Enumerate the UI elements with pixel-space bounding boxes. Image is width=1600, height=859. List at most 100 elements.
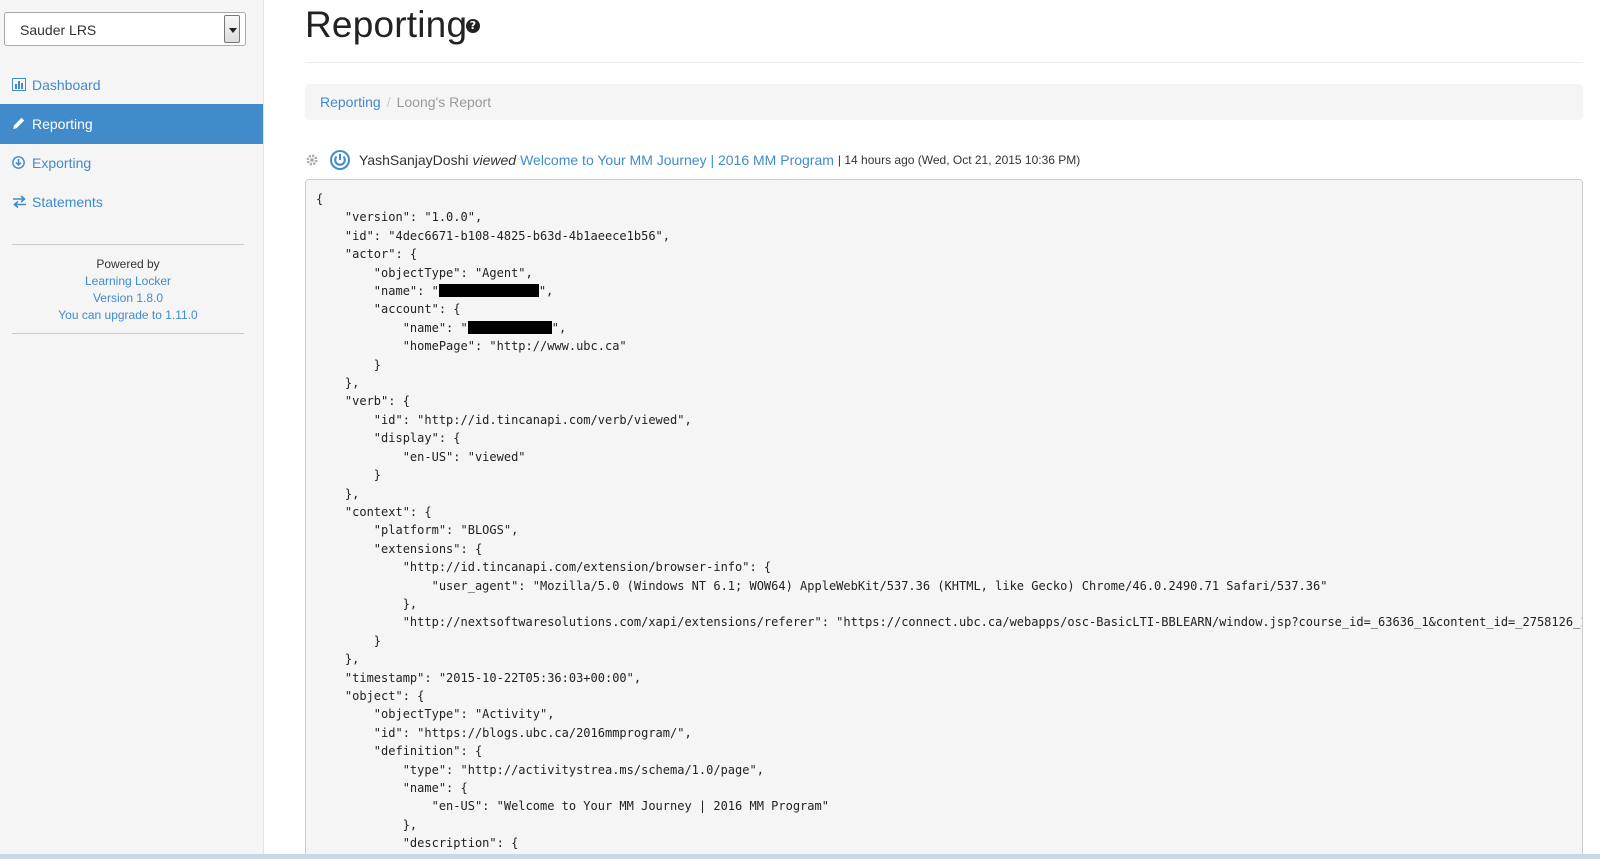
json-line: "object": { — [316, 687, 1572, 705]
json-line: "http://id.tincanapi.com/extension/brows… — [316, 558, 1572, 576]
lrs-selector-value: Sauder LRS — [20, 22, 97, 38]
timestamp-text: | 14 hours ago (Wed, Oct 21, 2015 10:36 … — [837, 153, 1081, 167]
json-line-text: "user_agent": "Mozilla/5.0 (Windows NT 6… — [316, 578, 1328, 593]
json-line-suffix: ", — [538, 284, 554, 299]
json-line-suffix: ", — [551, 320, 567, 335]
json-line-text: "objectType": "Agent", — [316, 265, 533, 280]
json-line: "id": "4dec6671-b108-4825-b63d-4b1aeece1… — [316, 227, 1572, 245]
json-line: "display": { — [316, 429, 1572, 447]
page-title: Reporting — [305, 4, 468, 45]
object-link[interactable]: Welcome to Your MM Journey | 2016 MM Pro… — [520, 152, 834, 168]
json-line: }, — [316, 650, 1572, 668]
json-line-text: "http://nextsoftwaresolutions.com/xapi/e… — [316, 615, 1583, 630]
json-line-text: "extensions": { — [316, 541, 483, 556]
json-code: { "version": "1.0.0", "id": "4dec6671-b1… — [306, 180, 1582, 859]
redacted-block — [438, 284, 539, 298]
sidebar-item-label: Statements — [32, 194, 103, 210]
statement-json-viewer[interactable]: { "version": "1.0.0", "id": "4dec6671-b1… — [305, 179, 1583, 859]
json-line-text: "timestamp": "2015-10-22T05:36:03+00:00"… — [316, 670, 642, 685]
json-line-text: "object": { — [316, 688, 425, 703]
json-line: "name": { — [316, 779, 1572, 797]
json-line: "timestamp": "2015-10-22T05:36:03+00:00"… — [316, 669, 1572, 687]
sidebar-item-statements[interactable]: Statements — [0, 182, 263, 222]
json-line-text: "name": " — [316, 320, 468, 335]
learning-locker-link[interactable]: Learning Locker — [12, 273, 244, 290]
json-line: "platform": "BLOGS", — [316, 521, 1572, 539]
json-line: "verb": { — [316, 392, 1572, 410]
json-line-text: }, — [316, 817, 418, 832]
json-line-text: "name": " — [316, 284, 439, 299]
sidebar-item-exporting[interactable]: Exporting — [0, 143, 263, 183]
sidebar: Sauder LRS Dashboard Reporting Exporting… — [0, 0, 264, 859]
json-line-text: "description": { — [316, 836, 519, 851]
json-line: "id": "http://id.tincanapi.com/verb/view… — [316, 411, 1572, 429]
json-line-text: } — [316, 468, 382, 483]
json-line-text: "name": { — [316, 781, 468, 795]
json-line: "objectType": "Agent", — [316, 264, 1572, 282]
download-circle-icon — [12, 156, 28, 170]
breadcrumb-current: Loong's Report — [396, 94, 492, 110]
json-line: } — [316, 466, 1572, 484]
json-line: "objectType": "Activity", — [316, 705, 1572, 723]
json-line-text: }, — [316, 652, 360, 667]
chevron-down-icon[interactable] — [224, 15, 240, 43]
json-line: "name": " ", — [316, 282, 1572, 300]
json-line-text: "display": { — [316, 431, 461, 446]
json-line: "name": " ", — [316, 319, 1572, 337]
json-line: "en-US": "Welcome to Your MM Journey | 2… — [316, 797, 1572, 815]
sidebar-item-dashboard[interactable]: Dashboard — [0, 65, 263, 105]
json-line-text: } — [316, 357, 382, 372]
bar-chart-icon — [12, 78, 28, 92]
json-line: "context": { — [316, 503, 1572, 521]
redacted-block — [467, 320, 552, 334]
version-link[interactable]: Version 1.8.0 — [12, 290, 244, 307]
json-line: } — [316, 356, 1572, 374]
json-line: }, — [316, 374, 1572, 392]
json-line: "user_agent": "Mozilla/5.0 (Windows NT 6… — [316, 577, 1572, 595]
main-content: Reporting ? Reporting / Loong's Report Yas… — [305, 0, 1583, 859]
verb: viewed — [472, 152, 517, 168]
json-line-text: "en-US": "Welcome to Your MM Journey | 2… — [316, 799, 829, 814]
divider — [305, 62, 1583, 63]
upgrade-link[interactable]: You can upgrade to 1.11.0 — [12, 307, 244, 324]
json-line: "description": { — [316, 834, 1572, 852]
json-line: "actor": { — [316, 245, 1572, 263]
horizontal-scrollbar[interactable] — [0, 854, 1600, 859]
json-line: "en-US": "viewed" — [316, 448, 1572, 466]
lrs-selector[interactable]: Sauder LRS — [4, 12, 246, 46]
gear-icon[interactable] — [305, 153, 319, 167]
breadcrumb-link-reporting[interactable]: Reporting — [320, 94, 381, 110]
breadcrumb-separator: / — [386, 94, 391, 110]
sidebar-item-label: Reporting — [32, 116, 93, 132]
json-line: }, — [316, 816, 1572, 834]
json-line-text: "actor": { — [316, 247, 418, 262]
json-line: "type": "http://activitystrea.ms/schema/… — [316, 761, 1572, 779]
transfer-arrows-icon — [12, 195, 28, 209]
json-line-text: "id": "http://id.tincanapi.com/verb/view… — [316, 412, 692, 427]
json-line-text: "type": "http://activitystrea.ms/schema/… — [316, 762, 764, 777]
actor-name: YashSanjayDoshi — [359, 152, 469, 168]
json-line-text: "context": { — [316, 504, 432, 519]
json-line-text: "definition": { — [316, 744, 483, 759]
json-line: }, — [316, 485, 1572, 503]
json-line-text: }, — [316, 376, 360, 391]
json-line-text: } — [316, 633, 382, 648]
breadcrumb: Reporting / Loong's Report — [305, 84, 1583, 120]
json-line: }, — [316, 595, 1572, 613]
json-line-text: "platform": "BLOGS", — [316, 523, 519, 538]
divider — [12, 244, 244, 245]
json-line-text: }, — [316, 486, 360, 501]
pencil-icon — [12, 117, 28, 131]
json-line: "id": "https://blogs.ubc.ca/2016mmprogra… — [316, 724, 1572, 742]
json-line: } — [316, 632, 1572, 650]
question-circle-icon[interactable]: ? — [466, 19, 480, 33]
statement-summary: YashSanjayDoshi viewed Welcome to Your M… — [305, 149, 1583, 171]
powered-by-label: Powered by — [96, 257, 160, 271]
powered-by: Powered by Learning Locker Version 1.8.0… — [12, 256, 244, 324]
json-line-text: "version": "1.0.0", — [316, 210, 483, 225]
sidebar-item-label: Dashboard — [32, 77, 101, 93]
json-line: "http://nextsoftwaresolutions.com/xapi/e… — [316, 613, 1582, 631]
json-line-text: "http://id.tincanapi.com/extension/brows… — [316, 560, 772, 575]
sidebar-item-reporting[interactable]: Reporting — [0, 104, 263, 144]
json-line: "homePage": "http://www.ubc.ca" — [316, 337, 1572, 355]
